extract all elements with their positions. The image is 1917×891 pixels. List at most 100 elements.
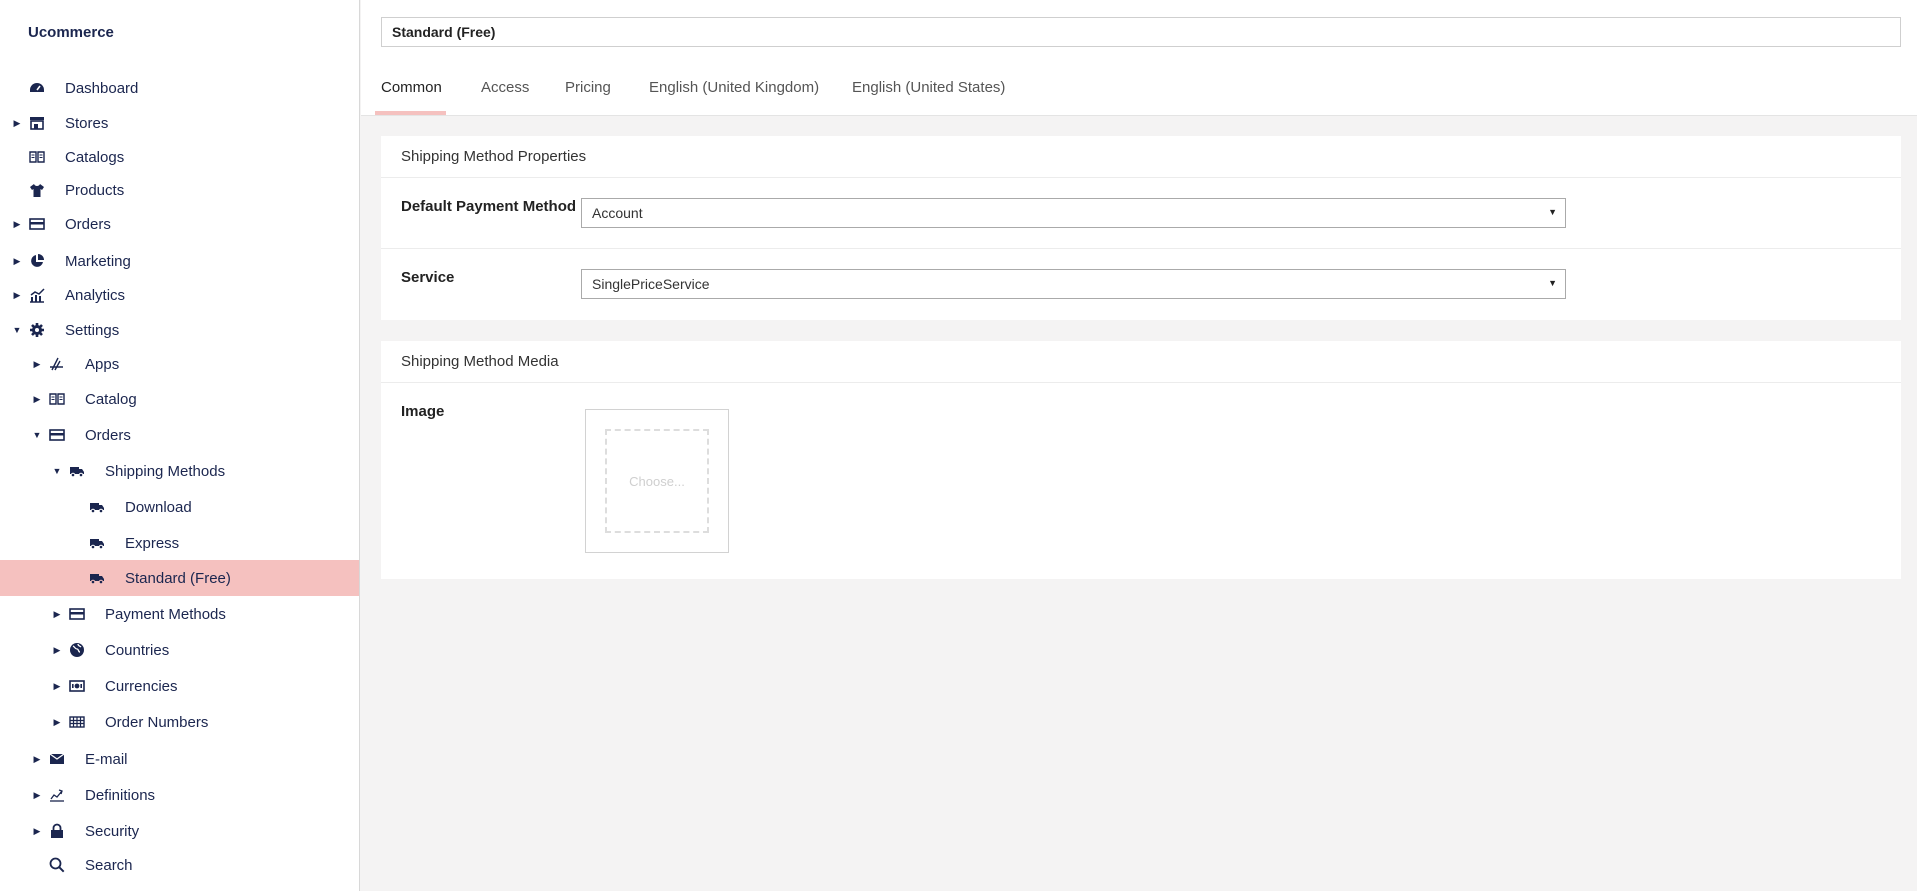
gear-icon [28, 321, 46, 339]
tab-english-uk[interactable]: English (United Kingdom) [649, 58, 819, 116]
tab-common[interactable]: Common [381, 58, 442, 116]
sidebar-item-label: Express [125, 534, 180, 552]
brand-logo: Ucommerce [28, 24, 114, 41]
sidebar-item-label: Currencies [105, 677, 178, 695]
sidebar-item-label: Order Numbers [105, 713, 209, 731]
sidebar-item-security[interactable]: ▶ Security [0, 813, 359, 849]
sidebar-item-analytics[interactable]: ▶ Analytics [0, 277, 359, 313]
sidebar-item-label: Stores [65, 114, 109, 132]
expand-caret-icon[interactable]: ▶ [12, 219, 22, 229]
sidebar-item-dashboard[interactable]: Dashboard [0, 70, 359, 106]
truck-icon [68, 462, 86, 480]
search-icon [48, 856, 66, 874]
tab-access[interactable]: Access [481, 58, 529, 116]
sidebar-item-label: Products [65, 181, 125, 199]
expand-caret-icon[interactable]: ▶ [52, 681, 62, 691]
orders-icon [48, 426, 66, 444]
sidebar-item-label: Download [125, 498, 192, 516]
tab-english-us[interactable]: English (United States) [852, 58, 1005, 116]
tshirt-icon [28, 181, 46, 199]
default-payment-select[interactable]: Account ▼ [581, 198, 1566, 228]
catalog-book-icon [28, 148, 46, 166]
selected-value: SinglePriceService [592, 276, 710, 292]
sidebar-item-orders[interactable]: ▶ Orders [0, 206, 359, 242]
choose-image-button[interactable]: Choose... [605, 429, 709, 533]
collapse-caret-icon[interactable]: ▼ [52, 466, 62, 476]
sidebar-item-catalogs[interactable]: Catalogs [0, 139, 359, 175]
expand-caret-icon[interactable]: ▶ [32, 754, 42, 764]
sidebar-item-payment-methods[interactable]: ▶ Payment Methods [0, 596, 359, 632]
panel-title: Shipping Method Media [381, 341, 1901, 383]
sidebar-item-catalog[interactable]: ▶ Catalog [0, 381, 359, 417]
store-icon [28, 114, 46, 132]
sidebar-item-label: Shipping Methods [105, 462, 226, 480]
expand-caret-icon[interactable]: ▶ [32, 826, 42, 836]
active-tab-indicator [375, 111, 446, 115]
sidebar-item-label: Dashboard [65, 79, 139, 97]
sidebar-item-email[interactable]: ▶ E-mail [0, 741, 359, 777]
truck-icon [88, 569, 106, 587]
sidebar-item-countries[interactable]: ▶ Countries [0, 632, 359, 668]
sidebar-item-search[interactable]: Search [0, 847, 359, 883]
expand-caret-icon[interactable]: ▶ [32, 394, 42, 404]
shipping-properties-panel: Shipping Method Properties Default Payme… [381, 136, 1901, 320]
sidebar-item-currencies[interactable]: ▶ Currencies [0, 668, 359, 704]
sidebar-item-label: Catalogs [65, 148, 125, 166]
service-row: Service SinglePriceService ▼ [381, 249, 1901, 320]
sidebar-item-settings[interactable]: ▼ Settings [0, 312, 359, 348]
sidebar-item-express[interactable]: Express [0, 525, 359, 561]
grid-icon [68, 713, 86, 731]
money-icon [68, 677, 86, 695]
expand-caret-icon[interactable]: ▶ [12, 118, 22, 128]
sidebar-item-label: Orders [65, 215, 111, 233]
sidebar-item-apps[interactable]: ▶ Apps [0, 346, 359, 382]
orders-icon [28, 215, 46, 233]
credit-card-icon [68, 605, 86, 623]
sidebar-item-marketing[interactable]: ▶ Marketing [0, 243, 359, 279]
dropdown-arrow-icon: ▼ [1548, 207, 1557, 217]
sidebar-item-standard-free[interactable]: Standard (Free) [0, 560, 359, 596]
expand-caret-icon[interactable]: ▶ [52, 717, 62, 727]
tab-pricing[interactable]: Pricing [565, 58, 611, 116]
sidebar-item-shipping-methods[interactable]: ▼ Shipping Methods [0, 453, 359, 489]
collapse-caret-icon[interactable]: ▼ [12, 325, 22, 335]
default-payment-row: Default Payment Method Account ▼ [381, 178, 1901, 249]
sidebar-item-label: Security [85, 822, 140, 840]
truck-icon [88, 498, 106, 516]
expand-caret-icon[interactable]: ▶ [32, 790, 42, 800]
expand-caret-icon[interactable]: ▶ [12, 290, 22, 300]
panel-title: Shipping Method Properties [381, 136, 1901, 178]
sidebar-item-label: Countries [105, 641, 170, 659]
sidebar-item-definitions[interactable]: ▶ Definitions [0, 777, 359, 813]
lock-icon [48, 822, 66, 840]
sidebar-item-label: Payment Methods [105, 605, 226, 623]
sidebar-nav: Ucommerce Dashboard ▶ Stores Catalogs Pr… [0, 0, 360, 891]
catalog-book-icon [48, 390, 66, 408]
sidebar-item-label: E-mail [85, 750, 128, 768]
image-row: Image Choose... [381, 383, 1901, 579]
sidebar-item-label: Orders [85, 426, 131, 444]
sidebar-item-stores[interactable]: ▶ Stores [0, 105, 359, 141]
sidebar-item-label: Marketing [65, 252, 131, 270]
service-label: Service [401, 269, 455, 286]
dropdown-arrow-icon: ▼ [1548, 278, 1557, 288]
expand-caret-icon[interactable]: ▶ [12, 256, 22, 266]
apps-icon [48, 355, 66, 373]
collapse-caret-icon[interactable]: ▼ [32, 430, 42, 440]
sidebar-item-order-numbers[interactable]: ▶ Order Numbers [0, 704, 359, 740]
sidebar-item-label: Standard (Free) [125, 569, 231, 587]
shipping-method-name-input[interactable] [381, 17, 1901, 47]
image-picker: Choose... [585, 409, 729, 553]
globe-icon [68, 641, 86, 659]
default-payment-label: Default Payment Method [401, 198, 577, 215]
sidebar-item-products[interactable]: Products [0, 172, 359, 208]
sidebar-item-label: Search [85, 856, 133, 874]
expand-caret-icon[interactable]: ▶ [52, 645, 62, 655]
expand-caret-icon[interactable]: ▶ [32, 359, 42, 369]
analytics-icon [28, 286, 46, 304]
sidebar-item-download[interactable]: Download [0, 489, 359, 525]
service-select[interactable]: SinglePriceService ▼ [581, 269, 1566, 299]
expand-caret-icon[interactable]: ▶ [52, 609, 62, 619]
sidebar-item-settings-orders[interactable]: ▼ Orders [0, 417, 359, 453]
dashboard-icon [28, 79, 46, 97]
